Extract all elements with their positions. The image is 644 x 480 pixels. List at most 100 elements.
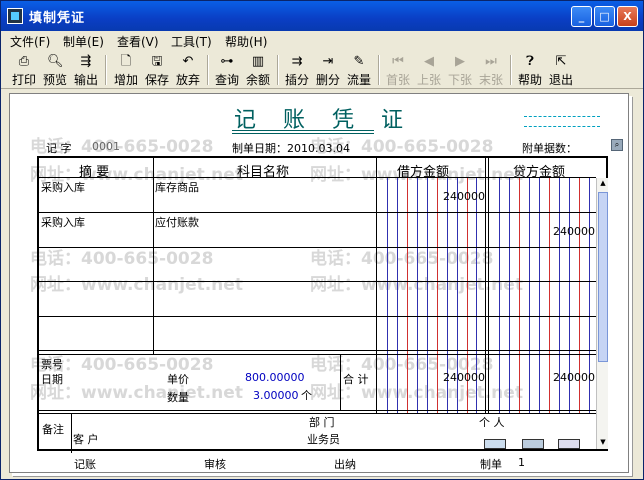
voucher-window: 填制凭证 _ □ X 文件(F) 制单(E) 查看(V) 工具(T) 帮助(H)… bbox=[0, 0, 644, 480]
delete-row-icon: ⇥ bbox=[322, 54, 334, 69]
add-button[interactable]: 🗋 增加 bbox=[112, 53, 140, 87]
toolbar-separator bbox=[277, 55, 279, 85]
row-divider bbox=[39, 354, 596, 355]
row1-summary[interactable]: 采购入库 bbox=[41, 179, 85, 195]
date-label: 日期 bbox=[41, 373, 63, 386]
app-icon bbox=[7, 8, 23, 24]
search-icon[interactable]: ⌕ bbox=[611, 139, 623, 151]
last-voucher-button[interactable]: ⏭ 末张 bbox=[477, 53, 505, 87]
undo-icon: ↶ bbox=[182, 54, 194, 69]
voucher-sheet: 电话：400-665-0028 电话：400-665-0028 网址：www.c… bbox=[9, 93, 629, 473]
toolbar-separator bbox=[510, 55, 512, 85]
exit-button[interactable]: ⇱ 退出 bbox=[547, 53, 575, 87]
col-divider bbox=[488, 158, 489, 413]
quantity-label: 数量 bbox=[167, 391, 189, 404]
save-button[interactable]: 🖫 保存 bbox=[143, 53, 171, 87]
row1-debit[interactable]: 240000 bbox=[431, 190, 485, 203]
voucher-entry-grid: 摘 要 科目名称 借方金额 贷方金额 采购入库 库存商品 240000 采购入库… bbox=[37, 156, 608, 453]
col-divider bbox=[340, 355, 341, 410]
discard-button[interactable]: ↶ 放弃 bbox=[174, 53, 202, 87]
insert-row-icon: ⇉ bbox=[291, 54, 303, 69]
row-divider bbox=[39, 316, 596, 317]
toolbar-separator bbox=[378, 55, 380, 85]
insert-entry-button[interactable]: ⇉ 插分 bbox=[283, 53, 311, 87]
digit-line bbox=[519, 178, 520, 413]
maximize-button[interactable]: □ bbox=[594, 6, 615, 27]
digit-line bbox=[397, 178, 398, 413]
digit-line bbox=[407, 178, 408, 413]
edit-item-icon[interactable] bbox=[484, 439, 506, 449]
digit-line bbox=[417, 178, 418, 413]
toolbar: ⎙ 打印 🔍︎ 预览 ⇶ 输出 🗋 增加 🖫 保存 ↶ 放弃 ⊶ 查询 ▥ 余额 ⇉ 插分 ⇥ 删分… bbox=[1, 51, 643, 89]
cash-flow-button[interactable]: ✎ 流量 bbox=[345, 53, 373, 87]
row-divider bbox=[39, 410, 596, 411]
total-credit: 240000 bbox=[553, 371, 595, 384]
toolbar-separator bbox=[207, 55, 209, 85]
unit-price-value[interactable]: 800.00000 bbox=[245, 371, 305, 384]
digit-line bbox=[529, 178, 530, 413]
scroll-thumb[interactable] bbox=[598, 192, 608, 362]
row-divider bbox=[39, 212, 596, 213]
scroll-down-icon[interactable]: ▼ bbox=[598, 438, 608, 448]
balance-button[interactable]: ▥ 余额 bbox=[244, 53, 272, 87]
flow-icon: ✎ bbox=[353, 54, 365, 69]
total-debit: 240000 bbox=[443, 371, 485, 384]
new-doc-icon: 🗋 bbox=[120, 54, 132, 69]
minimize-button[interactable]: _ bbox=[571, 6, 592, 27]
exit-door-icon: ⇱ bbox=[555, 54, 567, 69]
row2-account[interactable]: 应付账款 bbox=[155, 214, 199, 230]
next-page-icon: ▶ bbox=[455, 54, 465, 69]
digit-line bbox=[427, 178, 428, 413]
toolbar-separator bbox=[105, 55, 107, 85]
next-voucher-button[interactable]: ▶ 下张 bbox=[446, 53, 474, 87]
prev-voucher-button[interactable]: ◀ 上张 bbox=[415, 53, 443, 87]
first-page-icon: ⏮ bbox=[392, 54, 404, 69]
voucher-type[interactable]: 记 字 bbox=[46, 140, 72, 156]
query-button[interactable]: ⊶ 查询 bbox=[213, 53, 241, 87]
row2-credit[interactable]: 240000 bbox=[539, 225, 595, 238]
dashed-line bbox=[524, 116, 600, 117]
preview-button[interactable]: 🔍︎ 预览 bbox=[41, 53, 69, 87]
ticket-no-label: 票号 bbox=[41, 358, 63, 371]
first-voucher-button[interactable]: ⏮ 首张 bbox=[384, 53, 412, 87]
menu-tools[interactable]: 工具(T) bbox=[171, 33, 212, 50]
scroll-up-icon[interactable]: ▲ bbox=[598, 179, 608, 189]
print-button[interactable]: ⎙ 打印 bbox=[10, 53, 38, 87]
menu-edit[interactable]: 制单(E) bbox=[63, 33, 104, 50]
menu-view[interactable]: 查看(V) bbox=[117, 33, 159, 50]
prev-page-icon: ◀ bbox=[424, 54, 434, 69]
magnifier-icon: 🔍︎ bbox=[47, 54, 64, 69]
col-divider bbox=[71, 413, 72, 453]
quantity-value[interactable]: 3.00000 bbox=[253, 389, 299, 402]
row-divider bbox=[39, 247, 596, 248]
dept-label: 部 门 bbox=[309, 416, 335, 429]
attachments-count[interactable]: 附单据数： bbox=[522, 140, 577, 156]
account-item-icon[interactable] bbox=[522, 439, 544, 449]
maker-label: 制单 bbox=[480, 458, 502, 471]
remark-label: 备注 bbox=[42, 423, 64, 436]
cashier-label: 出纳 bbox=[334, 458, 356, 471]
last-page-icon: ⏭ bbox=[485, 54, 497, 69]
clear-item-icon[interactable] bbox=[558, 439, 580, 449]
export-button[interactable]: ⇶ 输出 bbox=[72, 53, 100, 87]
row1-account[interactable]: 库存商品 bbox=[155, 179, 199, 195]
unit-price-label: 单价 bbox=[167, 373, 189, 386]
menu-file[interactable]: 文件(F) bbox=[10, 33, 50, 50]
export-icon: ⇶ bbox=[80, 54, 92, 69]
help-icon: ❓︎ bbox=[526, 54, 534, 69]
delete-entry-button[interactable]: ⇥ 删分 bbox=[314, 53, 342, 87]
voucher-date[interactable]: 制单日期：2010.03.04 bbox=[232, 140, 350, 156]
help-button[interactable]: ❓︎ 帮助 bbox=[516, 53, 544, 87]
window-title: 填制凭证 bbox=[29, 11, 86, 26]
printer-icon: ⎙ bbox=[18, 54, 30, 69]
row2-summary[interactable]: 采购入库 bbox=[41, 214, 85, 230]
vertical-scrollbar[interactable]: ▲ ▼ bbox=[596, 178, 608, 449]
digit-line bbox=[509, 178, 510, 413]
row-divider bbox=[39, 350, 596, 351]
close-button[interactable]: X bbox=[617, 6, 638, 27]
title-bar: 填制凭证 _ □ X bbox=[1, 1, 643, 31]
voucher-number[interactable]: 0001 bbox=[92, 140, 120, 153]
col-divider bbox=[485, 158, 486, 413]
total-label: 合 计 bbox=[343, 373, 369, 386]
menu-help[interactable]: 帮助(H) bbox=[225, 33, 267, 50]
